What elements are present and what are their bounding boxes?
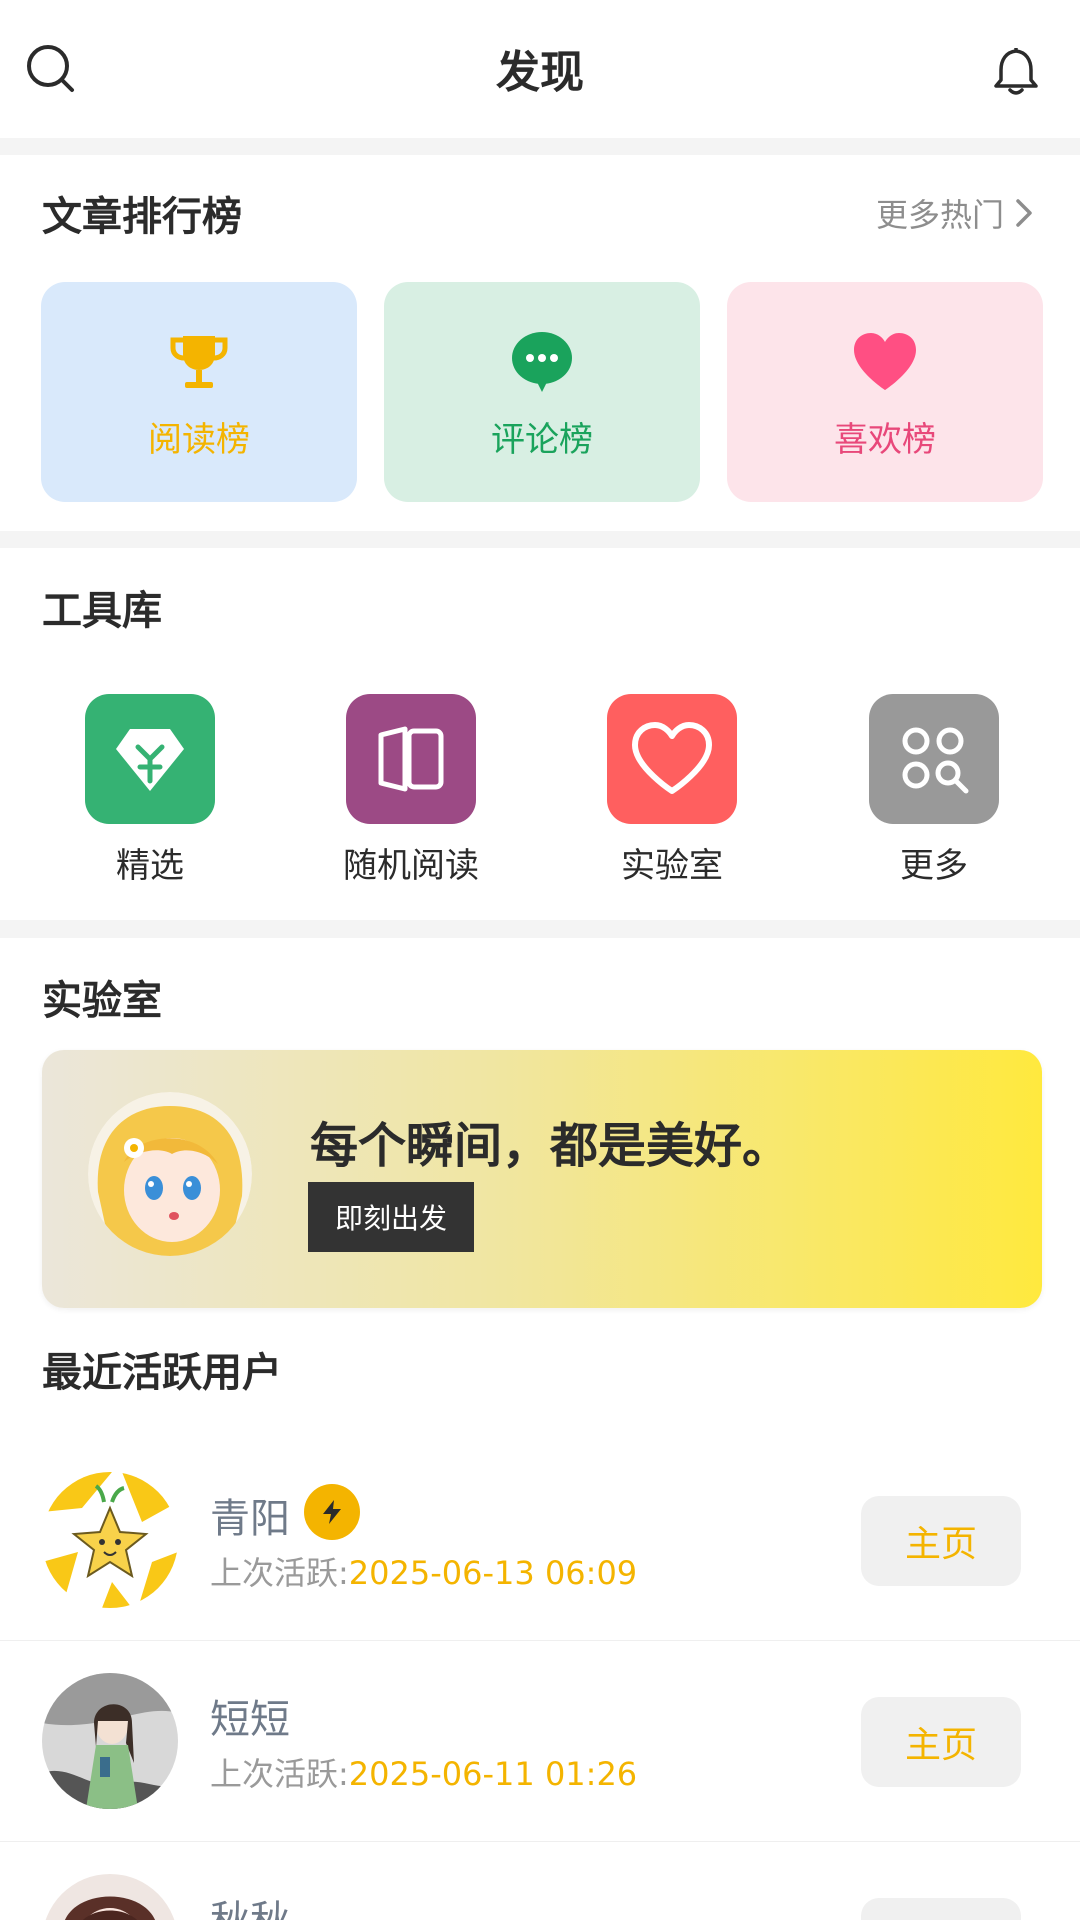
last-active-prefix: 上次活跃:	[210, 1554, 349, 1592]
user-row: 秋秋 主页	[0, 1842, 1080, 1920]
ranking-card-label: 阅读榜	[148, 420, 250, 460]
last-active: 上次活跃:2025-06-11 01:26	[210, 1749, 637, 1795]
user-avatar[interactable]	[42, 1673, 178, 1809]
tool-more[interactable]: 更多	[834, 694, 1034, 887]
page-title: 发现	[496, 47, 584, 98]
lightning-icon	[304, 1484, 360, 1540]
go-now-button[interactable]: 即刻出发	[308, 1182, 474, 1252]
trophy-icon	[41, 330, 357, 394]
ranking-title: 文章排行榜	[42, 194, 242, 240]
tool-label: 精选	[116, 846, 184, 886]
user-name: 青阳	[210, 1496, 290, 1542]
tool-featured[interactable]: 精选	[50, 694, 250, 887]
ranking-card-label: 评论榜	[491, 420, 593, 460]
last-active-time: 2025-06-13 06:09	[348, 1554, 638, 1592]
heart-icon	[727, 330, 1043, 394]
tools-title: 工具库	[42, 588, 162, 634]
last-active: 上次活跃:2025-06-13 06:09	[210, 1548, 637, 1594]
user-avatar[interactable]	[42, 1472, 178, 1608]
chevron-right-icon	[1016, 199, 1032, 227]
active-users-title: 最近活跃用户	[42, 1350, 282, 1396]
tool-lab[interactable]: 实验室	[572, 694, 772, 887]
last-active-time: 2025-06-11 01:26	[348, 1755, 638, 1793]
home-button[interactable]: 主页	[861, 1898, 1021, 1920]
ranking-card-read[interactable]: 阅读榜	[41, 282, 357, 502]
home-button[interactable]: 主页	[861, 1496, 1021, 1586]
lab-title: 实验室	[42, 978, 162, 1024]
tool-label: 更多	[900, 846, 968, 886]
user-row: 短短 上次活跃:2025-06-11 01:26 主页	[0, 1641, 1080, 1842]
diamond-icon	[85, 694, 215, 824]
banner-text: 每个瞬间，都是美好。	[310, 1118, 791, 1174]
last-active-prefix: 上次活跃:	[210, 1755, 349, 1793]
grid-search-icon	[869, 694, 999, 824]
user-name: 短短	[210, 1697, 290, 1743]
book-icon	[346, 694, 476, 824]
tool-random-read[interactable]: 随机阅读	[311, 694, 511, 887]
more-hot-link[interactable]: 更多热门	[876, 190, 1036, 236]
lab-banner[interactable]: 每个瞬间，都是美好。 即刻出发	[42, 1050, 1042, 1308]
ranking-card-label: 喜欢榜	[834, 420, 936, 460]
ranking-card-like[interactable]: 喜欢榜	[727, 282, 1043, 502]
top-bar: 发现	[0, 0, 1080, 138]
tool-label: 实验室	[621, 846, 723, 886]
banner-avatar	[88, 1092, 252, 1256]
user-row: 青阳 上次活跃:2025-06-13 06:09 主页	[0, 1440, 1080, 1641]
heart-outline-icon	[607, 694, 737, 824]
user-avatar[interactable]	[42, 1874, 178, 1920]
ranking-card-comment[interactable]: 评论榜	[384, 282, 700, 502]
chat-bubble-icon	[384, 330, 700, 394]
user-name: 秋秋	[210, 1888, 290, 1920]
bell-icon[interactable]	[986, 40, 1046, 100]
more-hot-label: 更多热门	[875, 196, 1004, 234]
home-button[interactable]: 主页	[861, 1697, 1021, 1787]
tool-label: 随机阅读	[343, 846, 479, 886]
